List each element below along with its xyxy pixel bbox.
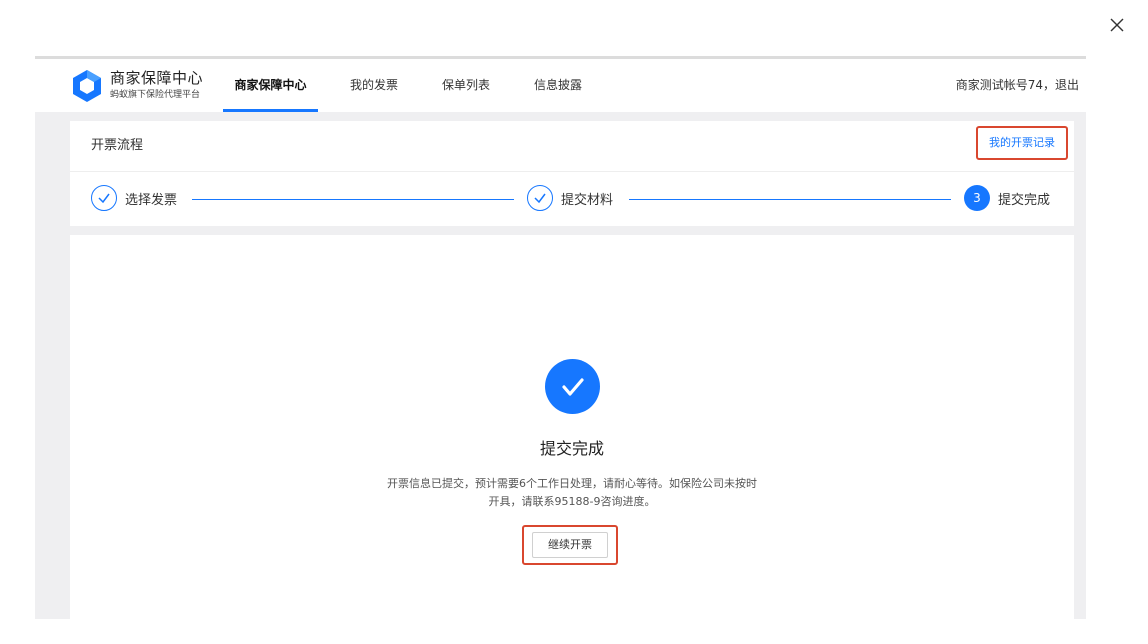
account-name[interactable]: 商家测试帐号74 [956,78,1043,92]
description-line: 开票信息已提交，预计需要6个工作日处理，请耐心等待。如保险公司未按时 [387,477,757,490]
result-title: 提交完成 [539,439,604,458]
step-select-invoice: 选择发票 [91,185,177,211]
nav-item-merchant-center[interactable]: 商家保障中心 [223,59,318,112]
step-label: 提交材料 [561,192,614,208]
check-icon [527,185,553,211]
user-area: 商家测试帐号74，退出 [956,59,1079,112]
nav-item-my-invoices[interactable]: 我的发票 [343,59,405,112]
top-navigation: 商家保障中心 蚂蚁旗下保险代理平台 商家保障中心 我的发票 保单列表 信息披露 … [35,59,1086,112]
step-connector [629,199,951,200]
panel-header: 开票流程 我的开票记录 [70,121,1074,172]
result-panel: 提交完成 开票信息已提交，预计需要6个工作日处理，请耐心等待。如保险公司未按时 … [70,235,1074,619]
my-invoice-records-link[interactable]: 我的开票记录 [976,126,1068,160]
panel-title: 开票流程 [91,138,144,153]
user-separator: ， [1042,78,1055,92]
close-button[interactable] [1106,14,1128,36]
close-icon [1110,18,1124,32]
nav-item-label: 保单列表 [441,78,490,92]
step-label: 提交完成 [998,192,1051,208]
step-number-badge: 3 [964,185,990,211]
step-connector [192,199,514,200]
check-icon [91,185,117,211]
nav-item-label: 我的发票 [349,78,398,92]
embedded-page: 商家保障中心 蚂蚁旗下保险代理平台 商家保障中心 我的发票 保单列表 信息披露 … [35,56,1086,619]
logout-link[interactable]: 退出 [1055,78,1079,92]
description-line: 开具，请联系95188-9咨询进度。 [488,495,656,508]
continue-button-highlight: 继续开票 [522,525,618,565]
step-label: 选择发票 [125,192,178,208]
success-check-icon [545,359,600,414]
hexagon-logo-icon [73,70,101,102]
nav-item-disclosure[interactable]: 信息披露 [527,59,589,112]
nav-item-label: 商家保障中心 [234,78,307,92]
active-tab-indicator [223,109,318,112]
nav-item-policy-list[interactable]: 保单列表 [435,59,497,112]
brand-title: 商家保障中心 [110,69,204,87]
continue-invoicing-button[interactable]: 继续开票 [532,532,608,558]
result-description: 开票信息已提交，预计需要6个工作日处理，请耐心等待。如保险公司未按时 开具，请联… [367,475,777,511]
nav-item-label: 信息披露 [533,78,582,92]
brand[interactable]: 商家保障中心 蚂蚁旗下保险代理平台 [70,69,203,103]
brand-subtitle: 蚂蚁旗下保险代理平台 [110,90,201,100]
invoice-process-panel: 开票流程 我的开票记录 选择发票 提交材料 3 提交完成 [70,121,1074,226]
step-submit-materials: 提交材料 [527,185,613,211]
step-submit-complete: 3 提交完成 [964,185,1050,211]
process-steps: 选择发票 提交材料 3 提交完成 [70,172,1074,226]
